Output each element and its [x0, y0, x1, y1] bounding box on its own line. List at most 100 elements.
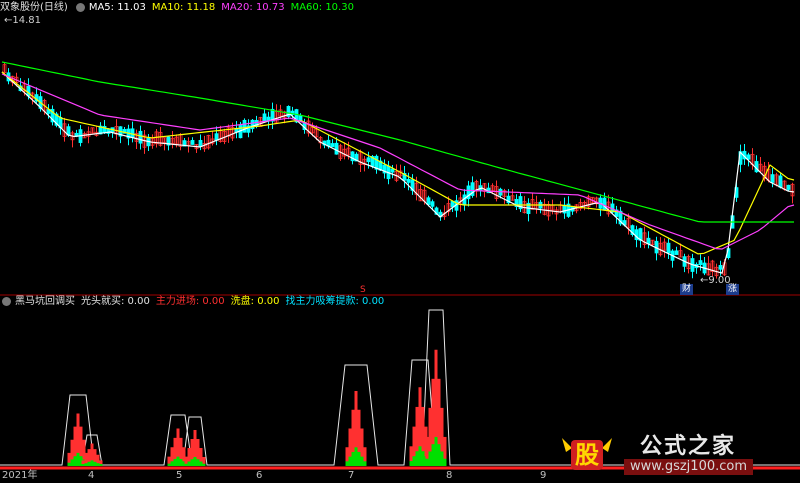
indicator-dot-icon[interactable]	[2, 297, 11, 306]
indicator-green-bar-34	[363, 461, 367, 466]
candle-body-192	[770, 174, 775, 183]
indicator-green-bar-7	[81, 464, 85, 466]
x-tick-9: 9	[540, 470, 547, 481]
zlxc-value: 找主力吸筹提款: 0.00	[285, 296, 385, 307]
indicator-green-bar-44	[431, 444, 435, 466]
indicator-green-bar-0	[67, 462, 71, 466]
zljc-value: 主力进场: 0.00	[155, 296, 225, 307]
indicator-green-bar-33	[360, 456, 364, 466]
watermark-url[interactable]: www.gszj100.com	[624, 459, 754, 475]
stock-title[interactable]: 双象股份(日线)	[0, 1, 68, 14]
indicator-green-bar-21	[184, 463, 188, 466]
indicator-green-bar-25	[196, 459, 200, 466]
candle-body-91	[366, 157, 371, 163]
indicator-green-bar-45	[434, 436, 438, 466]
ma5-value: MA5: 11.03	[88, 2, 146, 13]
ma20-line	[1, 73, 795, 250]
indicator-green-bar-42	[425, 458, 429, 466]
candle-body-194	[778, 175, 783, 188]
indicator-green-bar-28	[345, 461, 349, 466]
indicator-green-bar-2	[73, 456, 77, 466]
candle-body-150	[602, 197, 607, 211]
moving-average-lines	[1, 61, 795, 274]
cai-marker[interactable]: 财	[680, 284, 694, 295]
candle-body-179	[718, 265, 723, 270]
indicator-title[interactable]: 黑马坑回调买	[15, 295, 75, 308]
high-price-label: ←14.81	[4, 15, 42, 26]
x-tick-5: 5	[176, 470, 183, 481]
indicator-green-bar-43	[428, 451, 432, 466]
candle-body-32	[130, 128, 135, 138]
candle-body-101	[406, 178, 411, 183]
candle-body-65	[262, 113, 267, 123]
indicator-green-bar-14	[167, 463, 171, 466]
indicator-green-bar-37	[415, 451, 419, 466]
candle-body-168	[674, 250, 679, 255]
indicator-green-bar-1	[70, 459, 74, 466]
watermark-logo-icon: 股	[558, 432, 616, 474]
candle-body-140	[562, 204, 567, 214]
candle-body-97	[390, 168, 395, 173]
indicator-green-bar-22	[187, 461, 191, 466]
indicator-green-bar-3	[76, 452, 80, 466]
x-tick-8: 8	[446, 470, 453, 481]
indicator-green-bar-30	[351, 451, 355, 466]
candle-body-82	[330, 143, 335, 148]
indicator-green-bar-9	[87, 461, 91, 466]
candle-body-112	[450, 201, 455, 208]
indicator-green-bar-18	[179, 458, 183, 466]
ma10-line	[1, 71, 795, 255]
x-tick-6: 6	[256, 470, 263, 481]
candle-body-47	[190, 140, 195, 145]
candle-body-107	[430, 201, 435, 207]
indicator-green-bar-31	[354, 447, 358, 466]
x-tick-4: 4	[88, 470, 95, 481]
gtjm-value: 光头就买: 0.00	[81, 296, 150, 307]
ma10-value: MA10: 11.18	[151, 2, 216, 13]
indicator-green-bar-12	[96, 463, 100, 466]
indicator-green-bar-26	[199, 461, 203, 466]
xp-value: 洗盘: 0.00	[230, 296, 280, 307]
ma60-value: MA60: 10.30	[290, 2, 354, 13]
indicator-green-bar-39	[421, 451, 425, 466]
indicator-green-bar-16	[173, 458, 177, 466]
main-chart-header: 双象股份(日线) MA5: 11.03 MA10: 11.18 MA20: 10…	[0, 1, 360, 14]
zhang-marker[interactable]: 涨	[726, 284, 740, 295]
candle-body-34	[138, 130, 143, 144]
indicator-green-bar-24	[193, 457, 197, 466]
indicator-green-bar-8	[84, 463, 88, 466]
watermark-logo-char: 股	[575, 441, 599, 469]
candle-body-196	[786, 184, 791, 190]
watermark-title: 公式之家	[640, 433, 737, 459]
indicator-green-bar-15	[170, 461, 174, 466]
indicator-green-bar-32	[357, 451, 361, 466]
candle-body-49	[198, 139, 203, 147]
indicator-green-bar-29	[348, 456, 352, 466]
indicator-green-bar-47	[440, 451, 444, 466]
settings-dot-icon[interactable]	[75, 3, 85, 12]
indicator-green-bar-27	[202, 463, 206, 466]
indicator-green-bar-38	[418, 446, 422, 466]
indicator-green-bar-10	[90, 460, 94, 466]
indicator-green-bar-36	[412, 456, 416, 466]
indicator-green-bar-46	[437, 444, 441, 466]
candle-body-174	[698, 260, 703, 266]
indicator-green-bar-35	[409, 461, 413, 466]
indicator-header: 黑马坑回调买 光头就买: 0.00 主力进场: 0.00 洗盘: 0.00 找主…	[0, 295, 390, 308]
indicator-green-bar-13	[99, 464, 103, 466]
indicator-green-bar-48	[443, 458, 447, 466]
candle-body-161	[646, 237, 651, 244]
candle-body-74	[298, 115, 303, 121]
candle-body-53	[214, 133, 219, 141]
candle-body-166	[666, 242, 671, 254]
candle-body-83	[334, 142, 339, 155]
x-tick-year: 2021年	[2, 470, 38, 481]
candle-body-60	[242, 119, 247, 133]
indicator-green-bar-17	[176, 456, 180, 466]
indicator-green-bar-11	[93, 461, 97, 466]
ma20-value: MA20: 10.73	[221, 2, 285, 13]
candle-body-106	[426, 197, 431, 205]
stock-chart-canvas[interactable]	[0, 0, 800, 483]
x-tick-7: 7	[348, 470, 355, 481]
indicator-green-bar-23	[190, 459, 194, 466]
